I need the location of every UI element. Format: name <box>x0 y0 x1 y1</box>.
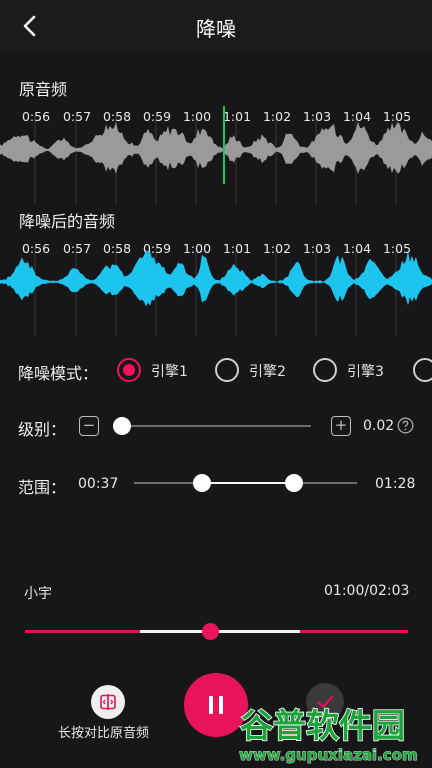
mode-radio-engine3[interactable] <box>313 358 337 382</box>
mode-radio-engine4[interactable] <box>413 358 432 382</box>
svg-text:www.gupuxiazai.com: www.gupuxiazai.com <box>239 746 418 764</box>
level-label: 级别： <box>18 420 67 439</box>
compare-original-button[interactable] <box>91 685 125 719</box>
mode-radio-engine1[interactable] <box>117 358 141 382</box>
range-start-thumb[interactable] <box>193 474 211 492</box>
waveform-time-tick: 1:04 <box>343 241 371 256</box>
range-end-thumb[interactable] <box>285 474 303 492</box>
level-increase-button[interactable]: + <box>331 416 351 436</box>
mode-radio-engine2[interactable] <box>215 358 239 382</box>
level-value: 0.02 <box>363 418 395 434</box>
site-watermark: 谷普软件园 www.gupuxiazai.com <box>239 705 418 764</box>
waveform-time-tick: 0:57 <box>63 241 91 256</box>
level-decrease-button[interactable]: − <box>79 416 99 436</box>
pause-icon <box>209 696 223 714</box>
processed-audio-label: 降噪后的音频 <box>19 212 116 231</box>
waveform-time-tick: 0:56 <box>22 241 50 256</box>
waveform-time-tick: 1:05 <box>383 109 411 124</box>
processed-waveform[interactable]: 0:56 0:57 0:58 0:59 1:00 1:01 1:02 1:03 1:04 1:05 <box>0 236 432 336</box>
waveform-time-tick: 0:56 <box>22 109 50 124</box>
waveform-time-tick: 1:03 <box>303 109 331 124</box>
waveform-time-tick: 1:02 <box>263 109 291 124</box>
compare-original-label: 长按对比原音频 <box>58 726 150 741</box>
original-audio-label: 原音频 <box>19 80 68 99</box>
waveform-time-tick: 1:03 <box>303 241 331 256</box>
waveform-time-tick: 0:57 <box>63 109 91 124</box>
mode-option-engine1[interactable]: 引擎1 <box>151 361 188 381</box>
waveform-envelope <box>0 249 432 307</box>
compare-icon <box>100 694 116 710</box>
waveform-time-tick: 0:58 <box>103 109 131 124</box>
top-bar: 降噪 <box>0 0 432 52</box>
range-slider-selection <box>202 482 294 484</box>
original-waveform[interactable]: 0:56 0:57 0:58 0:59 1:00 1:01 1:02 1:03 1:04 1:05 <box>0 104 432 204</box>
waveform-time-tick: 1:01 <box>223 241 251 256</box>
level-slider-thumb[interactable] <box>112 417 131 435</box>
mode-option-engine3[interactable]: 引擎3 <box>347 361 384 381</box>
mode-label: 降噪模式： <box>18 364 99 383</box>
waveform-time-tick: 1:01 <box>223 109 251 124</box>
playback-range-highlight <box>140 630 300 633</box>
waveform-envelope <box>0 121 432 175</box>
question-circle-icon[interactable] <box>397 417 414 434</box>
page-title: 降噪 <box>196 17 236 41</box>
playback-progress-thumb[interactable] <box>202 623 219 640</box>
mode-option-engine2[interactable]: 引擎2 <box>249 361 286 381</box>
waveform-time-tick: 1:02 <box>263 241 291 256</box>
range-label: 范围： <box>18 478 67 497</box>
svg-text:谷普软件园: 谷普软件园 <box>240 706 405 745</box>
level-slider-track[interactable] <box>118 425 311 427</box>
waveform-time-tick: 1:05 <box>383 241 411 256</box>
range-end-time: 01:28 <box>375 476 416 492</box>
waveform-time-tick: 1:00 <box>183 109 211 124</box>
range-start-time: 00:37 <box>78 476 119 492</box>
track-name: 小宇 <box>24 586 52 602</box>
waveform-time-tick: 1:00 <box>183 241 211 256</box>
waveform-time-tick: 0:59 <box>143 109 171 124</box>
playback-time: 01:00/02:03 <box>324 583 410 599</box>
waveform-time-tick: 1:04 <box>343 109 371 124</box>
waveform-time-tick: 0:58 <box>103 241 131 256</box>
